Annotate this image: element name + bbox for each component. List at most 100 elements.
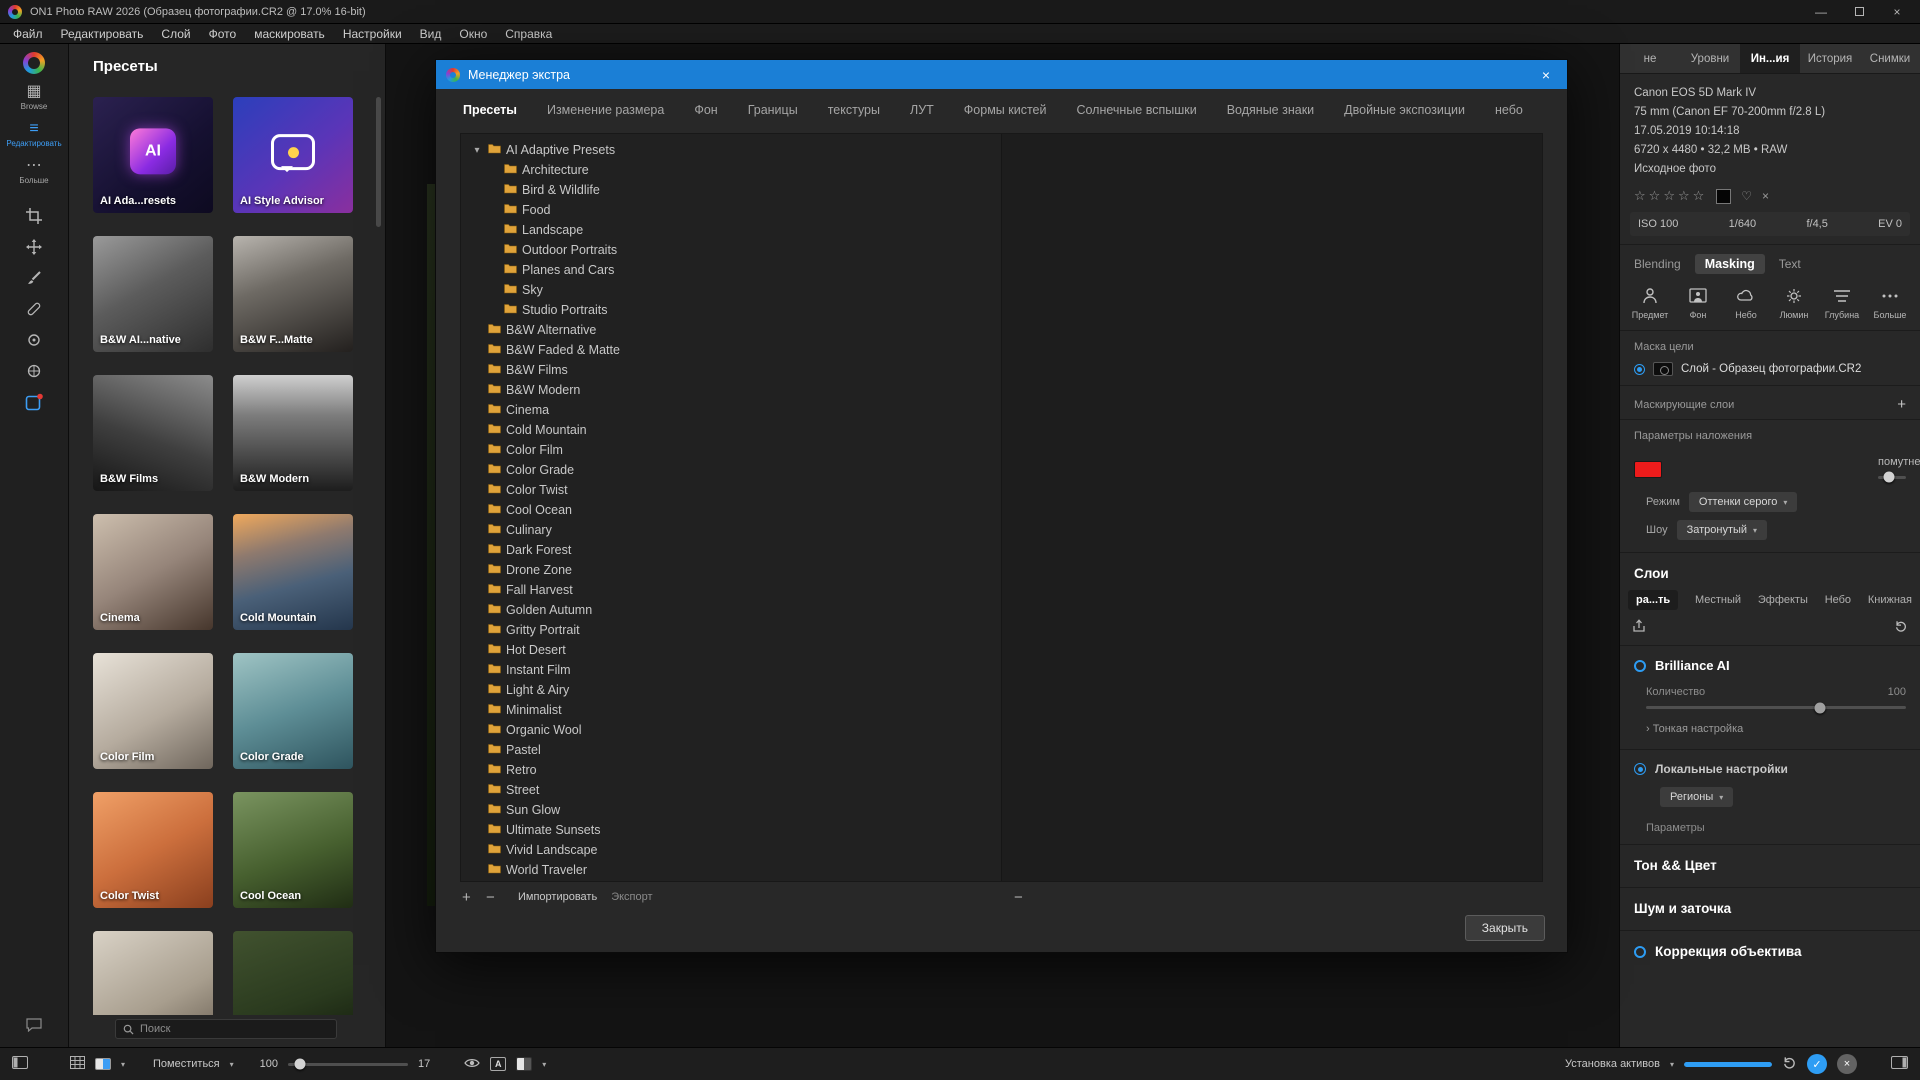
enabled-toggle-icon[interactable] — [1634, 660, 1646, 672]
amount-slider[interactable] — [1646, 706, 1906, 709]
menu-item[interactable]: Редактировать — [52, 27, 153, 41]
chevron-down-icon[interactable]: ▾ — [471, 145, 483, 156]
extras-category-tab[interactable]: Фон — [694, 103, 717, 117]
menu-item[interactable]: Справка — [496, 27, 561, 41]
masking-brush-tool-icon[interactable] — [25, 269, 43, 287]
color-label-swatch[interactable] — [1716, 189, 1731, 204]
move-tool-icon[interactable] — [25, 238, 43, 256]
cancel-button[interactable]: × — [1837, 1054, 1857, 1074]
tree-folder-row[interactable]: ▾ Architecture — [461, 160, 1001, 180]
masking-mode-tab[interactable]: Blending — [1634, 257, 1681, 271]
tree-folder-row[interactable]: ▾ Planes and Cars — [461, 260, 1001, 280]
menu-item[interactable]: Настройки — [334, 27, 411, 41]
preset-category-tile[interactable]: B&W Films — [93, 375, 213, 491]
add-masking-layer-button[interactable]: + — [1897, 396, 1906, 413]
refine-mask-tool-icon[interactable] — [25, 362, 43, 380]
tree-folder-row[interactable]: ▾ Sky — [461, 280, 1001, 300]
on1-logo-icon[interactable] — [23, 52, 45, 74]
enabled-radio-icon[interactable] — [1634, 763, 1646, 775]
right-panel-tab[interactable]: Ин...ия — [1740, 44, 1800, 73]
tree-folder-row[interactable]: ▾ Color Film — [461, 440, 1001, 460]
layers-tab[interactable]: Небо — [1825, 594, 1851, 606]
star-icon[interactable]: ☆ — [1678, 188, 1690, 204]
zoom-slider[interactable] — [288, 1063, 408, 1066]
tree-folder-row[interactable]: ▾ Culinary — [461, 520, 1001, 540]
tree-folder-row[interactable]: ▾ Minimalist — [461, 700, 1001, 720]
tree-folder-row[interactable]: ▾ Sun Glow — [461, 800, 1001, 820]
extras-category-tab[interactable]: Изменение размера — [547, 103, 664, 117]
extras-category-tab[interactable]: Формы кистей — [964, 103, 1047, 117]
compare-view-ic[interactable] — [95, 1058, 111, 1070]
tree-folder-row[interactable]: ▾ Fall Harvest — [461, 580, 1001, 600]
tree-folder-row[interactable]: ▾ Color Grade — [461, 460, 1001, 480]
star-icon[interactable]: ☆ — [1663, 188, 1675, 204]
mask-tool-button[interactable]: Глубина — [1818, 286, 1866, 320]
preset-category-tile[interactable]: B&W F...Matte — [233, 236, 353, 352]
right-panel-tab[interactable]: Уровни — [1680, 44, 1740, 73]
radio-selected-icon[interactable] — [1634, 364, 1645, 375]
preset-category-tile[interactable]: B&W Modern — [233, 375, 353, 491]
show-dropdown[interactable]: Затронутый ▾ — [1677, 520, 1767, 540]
like-heart-icon[interactable]: ♡ — [1741, 189, 1752, 203]
import-button[interactable]: Импортировать — [518, 891, 597, 903]
dialog-close-icon[interactable]: × — [1535, 67, 1557, 83]
preset-category-tile[interactable]: Color Film — [93, 653, 213, 769]
extras-category-tab[interactable]: ЛУТ — [910, 103, 934, 117]
undo-icon[interactable] — [1782, 1055, 1797, 1073]
close-button[interactable]: × — [1882, 5, 1912, 19]
dialog-title-bar[interactable]: Менеджер экстра × — [436, 60, 1567, 89]
reset-icon[interactable] — [1894, 619, 1908, 636]
tree-folder-row[interactable]: ▾ Golden Autumn — [461, 600, 1001, 620]
tree-folder-row[interactable]: ▾ Retro — [461, 760, 1001, 780]
scrollbar-thumb[interactable] — [376, 97, 381, 227]
tree-folder-row[interactable]: ▾ Dark Forest — [461, 540, 1001, 560]
close-dialog-button[interactable]: Закрыть — [1465, 915, 1545, 941]
right-panel-tab[interactable]: Снимки — [1860, 44, 1920, 73]
preset-category-tile[interactable]: Cinema — [93, 514, 213, 630]
grid-view-icon[interactable] — [70, 1056, 85, 1072]
preset-category-tile[interactable] — [93, 931, 213, 1015]
tone-color-section[interactable]: Тон && Цвет — [1620, 844, 1920, 887]
reject-icon[interactable]: × — [1762, 189, 1769, 203]
tree-folder-row[interactable]: ▾ Ultimate Sunsets — [461, 820, 1001, 840]
extras-category-tab[interactable]: Границы — [748, 103, 798, 117]
module-button[interactable]: Больше — [0, 158, 69, 185]
menu-item[interactable]: Фото — [200, 27, 246, 41]
tree-folder-row[interactable]: ▾ Outdoor Portraits — [461, 240, 1001, 260]
tree-folder-row[interactable]: ▾ Studio Portraits — [461, 300, 1001, 320]
extras-category-tab[interactable]: Пресеты — [463, 103, 517, 117]
opacity-slider[interactable] — [1878, 476, 1906, 479]
regions-dropdown[interactable]: Регионы ▾ — [1660, 787, 1733, 807]
opacity-slider-knob[interactable] — [1883, 472, 1894, 483]
local-adjustments-row[interactable]: Локальные настройки — [1620, 749, 1920, 782]
module-button[interactable]: Browse — [0, 84, 69, 111]
crop-tool-icon[interactable] — [25, 207, 43, 225]
healing-brush-tool-icon[interactable] — [25, 300, 43, 318]
preview-eye-icon[interactable] — [464, 1057, 480, 1072]
menu-item[interactable]: Вид — [411, 27, 451, 41]
masking-mode-tab[interactable]: Text — [1779, 257, 1801, 271]
tree-folder-row[interactable]: ▾ B&W Films — [461, 360, 1001, 380]
tree-folder-row[interactable]: ▾ Food — [461, 200, 1001, 220]
tree-folder-row[interactable]: ▾ Color Twist — [461, 480, 1001, 500]
tree-folder-row[interactable]: ▾ B&W Modern — [461, 380, 1001, 400]
soft-proof-icon[interactable]: A — [490, 1057, 506, 1071]
extras-category-tab[interactable]: Двойные экспозиции — [1344, 103, 1465, 117]
mode-dropdown[interactable]: Оттенки серого ▾ — [1689, 492, 1797, 512]
tree-folder-row[interactable]: ▾ AI Adaptive Presets — [461, 140, 1001, 160]
tree-folder-row[interactable]: ▾ B&W Faded & Matte — [461, 340, 1001, 360]
layers-tab[interactable]: Эффекты — [1758, 594, 1808, 606]
layers-tab[interactable]: ра...ть — [1628, 590, 1678, 610]
tree-folder-row[interactable]: ▾ Bird & Wildlife — [461, 180, 1001, 200]
fine-tune-disclosure[interactable]: › Тонкая настройка — [1620, 711, 1920, 741]
brilliance-row[interactable]: Brilliance AI — [1620, 645, 1920, 678]
toggle-left-panel-icon[interactable] — [12, 1056, 28, 1072]
toggle-panels-icon[interactable] — [1891, 1056, 1908, 1072]
mask-tool-button[interactable]: Небо — [1722, 286, 1770, 320]
mask-color-swatch[interactable] — [1634, 461, 1662, 478]
tree-folder-row[interactable]: ▾ Drone Zone — [461, 560, 1001, 580]
mask-view-icon[interactable] — [516, 1057, 532, 1071]
tree-folder-row[interactable]: ▾ Instant Film — [461, 660, 1001, 680]
apply-button[interactable]: ✓ — [1807, 1054, 1827, 1074]
search-input[interactable]: Поиск — [115, 1019, 337, 1039]
